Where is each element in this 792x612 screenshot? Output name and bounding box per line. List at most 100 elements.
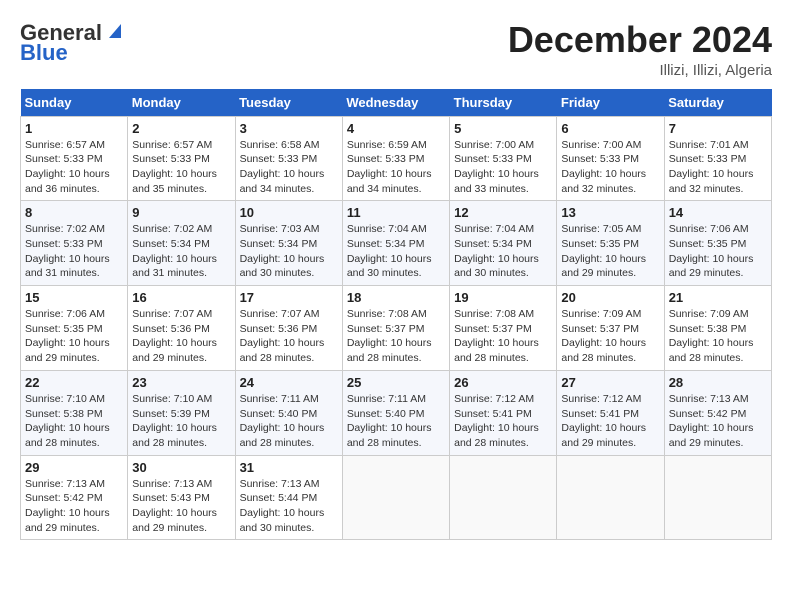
- day-cell-18: 18 Sunrise: 7:08 AM Sunset: 5:37 PM Dayl…: [342, 286, 449, 371]
- day-info-5: Sunrise: 7:00 AM Sunset: 5:33 PM Dayligh…: [454, 138, 552, 197]
- day-info-31: Sunrise: 7:13 AM Sunset: 5:44 PM Dayligh…: [240, 477, 338, 536]
- day-cell-27: 27 Sunrise: 7:12 AM Sunset: 5:41 PM Dayl…: [557, 370, 664, 455]
- day-info-2: Sunrise: 6:57 AM Sunset: 5:33 PM Dayligh…: [132, 138, 230, 197]
- day-cell-15: 15 Sunrise: 7:06 AM Sunset: 5:35 PM Dayl…: [21, 286, 128, 371]
- day-info-10: Sunrise: 7:03 AM Sunset: 5:34 PM Dayligh…: [240, 222, 338, 281]
- day-info-15: Sunrise: 7:06 AM Sunset: 5:35 PM Dayligh…: [25, 307, 123, 366]
- header-monday: Monday: [128, 89, 235, 117]
- day-cell-11: 11 Sunrise: 7:04 AM Sunset: 5:34 PM Dayl…: [342, 201, 449, 286]
- month-title: December 2024: [508, 20, 772, 60]
- calendar-week-4: 22 Sunrise: 7:10 AM Sunset: 5:38 PM Dayl…: [21, 370, 772, 455]
- calendar-week-5: 29 Sunrise: 7:13 AM Sunset: 5:42 PM Dayl…: [21, 455, 772, 540]
- day-cell-19: 19 Sunrise: 7:08 AM Sunset: 5:37 PM Dayl…: [450, 286, 557, 371]
- day-info-22: Sunrise: 7:10 AM Sunset: 5:38 PM Dayligh…: [25, 392, 123, 451]
- day-cell-7: 7 Sunrise: 7:01 AM Sunset: 5:33 PM Dayli…: [664, 116, 771, 201]
- day-number-7: 7: [669, 121, 767, 136]
- day-info-25: Sunrise: 7:11 AM Sunset: 5:40 PM Dayligh…: [347, 392, 445, 451]
- day-number-30: 30: [132, 460, 230, 475]
- weekday-header-row: Sunday Monday Tuesday Wednesday Thursday…: [21, 89, 772, 117]
- day-number-13: 13: [561, 205, 659, 220]
- day-info-28: Sunrise: 7:13 AM Sunset: 5:42 PM Dayligh…: [669, 392, 767, 451]
- day-info-18: Sunrise: 7:08 AM Sunset: 5:37 PM Dayligh…: [347, 307, 445, 366]
- day-cell-5: 5 Sunrise: 7:00 AM Sunset: 5:33 PM Dayli…: [450, 116, 557, 201]
- day-info-4: Sunrise: 6:59 AM Sunset: 5:33 PM Dayligh…: [347, 138, 445, 197]
- logo: General Blue: [20, 20, 125, 66]
- day-number-25: 25: [347, 375, 445, 390]
- day-number-15: 15: [25, 290, 123, 305]
- day-number-18: 18: [347, 290, 445, 305]
- day-cell-28: 28 Sunrise: 7:13 AM Sunset: 5:42 PM Dayl…: [664, 370, 771, 455]
- day-cell-8: 8 Sunrise: 7:02 AM Sunset: 5:33 PM Dayli…: [21, 201, 128, 286]
- day-number-17: 17: [240, 290, 338, 305]
- day-number-12: 12: [454, 205, 552, 220]
- day-number-3: 3: [240, 121, 338, 136]
- title-area: December 2024 Illizi, Illizi, Algeria: [508, 20, 772, 79]
- day-info-12: Sunrise: 7:04 AM Sunset: 5:34 PM Dayligh…: [454, 222, 552, 281]
- day-cell-31: 31 Sunrise: 7:13 AM Sunset: 5:44 PM Dayl…: [235, 455, 342, 540]
- day-cell-1: 1 Sunrise: 6:57 AM Sunset: 5:33 PM Dayli…: [21, 116, 128, 201]
- day-cell-22: 22 Sunrise: 7:10 AM Sunset: 5:38 PM Dayl…: [21, 370, 128, 455]
- day-info-29: Sunrise: 7:13 AM Sunset: 5:42 PM Dayligh…: [25, 477, 123, 536]
- header-tuesday: Tuesday: [235, 89, 342, 117]
- header-sunday: Sunday: [21, 89, 128, 117]
- day-info-26: Sunrise: 7:12 AM Sunset: 5:41 PM Dayligh…: [454, 392, 552, 451]
- day-info-7: Sunrise: 7:01 AM Sunset: 5:33 PM Dayligh…: [669, 138, 767, 197]
- header-saturday: Saturday: [664, 89, 771, 117]
- day-number-16: 16: [132, 290, 230, 305]
- calendar-week-1: 1 Sunrise: 6:57 AM Sunset: 5:33 PM Dayli…: [21, 116, 772, 201]
- day-info-19: Sunrise: 7:08 AM Sunset: 5:37 PM Dayligh…: [454, 307, 552, 366]
- day-number-8: 8: [25, 205, 123, 220]
- day-info-1: Sunrise: 6:57 AM Sunset: 5:33 PM Dayligh…: [25, 138, 123, 197]
- day-info-11: Sunrise: 7:04 AM Sunset: 5:34 PM Dayligh…: [347, 222, 445, 281]
- day-number-10: 10: [240, 205, 338, 220]
- day-cell-17: 17 Sunrise: 7:07 AM Sunset: 5:36 PM Dayl…: [235, 286, 342, 371]
- calendar-week-2: 8 Sunrise: 7:02 AM Sunset: 5:33 PM Dayli…: [21, 201, 772, 286]
- empty-cell: [557, 455, 664, 540]
- day-cell-4: 4 Sunrise: 6:59 AM Sunset: 5:33 PM Dayli…: [342, 116, 449, 201]
- day-info-16: Sunrise: 7:07 AM Sunset: 5:36 PM Dayligh…: [132, 307, 230, 366]
- day-number-11: 11: [347, 205, 445, 220]
- day-cell-24: 24 Sunrise: 7:11 AM Sunset: 5:40 PM Dayl…: [235, 370, 342, 455]
- day-number-20: 20: [561, 290, 659, 305]
- day-cell-16: 16 Sunrise: 7:07 AM Sunset: 5:36 PM Dayl…: [128, 286, 235, 371]
- day-cell-13: 13 Sunrise: 7:05 AM Sunset: 5:35 PM Dayl…: [557, 201, 664, 286]
- day-info-6: Sunrise: 7:00 AM Sunset: 5:33 PM Dayligh…: [561, 138, 659, 197]
- day-cell-21: 21 Sunrise: 7:09 AM Sunset: 5:38 PM Dayl…: [664, 286, 771, 371]
- calendar-table: Sunday Monday Tuesday Wednesday Thursday…: [20, 89, 772, 541]
- day-cell-12: 12 Sunrise: 7:04 AM Sunset: 5:34 PM Dayl…: [450, 201, 557, 286]
- day-info-27: Sunrise: 7:12 AM Sunset: 5:41 PM Dayligh…: [561, 392, 659, 451]
- day-cell-2: 2 Sunrise: 6:57 AM Sunset: 5:33 PM Dayli…: [128, 116, 235, 201]
- day-cell-20: 20 Sunrise: 7:09 AM Sunset: 5:37 PM Dayl…: [557, 286, 664, 371]
- page-header: General Blue December 2024 Illizi, Illiz…: [20, 20, 772, 79]
- day-info-17: Sunrise: 7:07 AM Sunset: 5:36 PM Dayligh…: [240, 307, 338, 366]
- day-info-20: Sunrise: 7:09 AM Sunset: 5:37 PM Dayligh…: [561, 307, 659, 366]
- day-info-9: Sunrise: 7:02 AM Sunset: 5:34 PM Dayligh…: [132, 222, 230, 281]
- header-thursday: Thursday: [450, 89, 557, 117]
- day-cell-25: 25 Sunrise: 7:11 AM Sunset: 5:40 PM Dayl…: [342, 370, 449, 455]
- day-number-19: 19: [454, 290, 552, 305]
- day-info-30: Sunrise: 7:13 AM Sunset: 5:43 PM Dayligh…: [132, 477, 230, 536]
- day-number-2: 2: [132, 121, 230, 136]
- day-number-23: 23: [132, 375, 230, 390]
- day-number-29: 29: [25, 460, 123, 475]
- header-friday: Friday: [557, 89, 664, 117]
- day-cell-23: 23 Sunrise: 7:10 AM Sunset: 5:39 PM Dayl…: [128, 370, 235, 455]
- day-info-23: Sunrise: 7:10 AM Sunset: 5:39 PM Dayligh…: [132, 392, 230, 451]
- day-info-14: Sunrise: 7:06 AM Sunset: 5:35 PM Dayligh…: [669, 222, 767, 281]
- day-info-13: Sunrise: 7:05 AM Sunset: 5:35 PM Dayligh…: [561, 222, 659, 281]
- empty-cell: [450, 455, 557, 540]
- day-cell-14: 14 Sunrise: 7:06 AM Sunset: 5:35 PM Dayl…: [664, 201, 771, 286]
- logo-icon: [103, 20, 125, 42]
- header-wednesday: Wednesday: [342, 89, 449, 117]
- day-info-21: Sunrise: 7:09 AM Sunset: 5:38 PM Dayligh…: [669, 307, 767, 366]
- day-number-6: 6: [561, 121, 659, 136]
- location: Illizi, Illizi, Algeria: [508, 62, 772, 79]
- day-number-27: 27: [561, 375, 659, 390]
- day-number-14: 14: [669, 205, 767, 220]
- day-number-31: 31: [240, 460, 338, 475]
- day-info-8: Sunrise: 7:02 AM Sunset: 5:33 PM Dayligh…: [25, 222, 123, 281]
- day-number-5: 5: [454, 121, 552, 136]
- day-number-22: 22: [25, 375, 123, 390]
- day-cell-9: 9 Sunrise: 7:02 AM Sunset: 5:34 PM Dayli…: [128, 201, 235, 286]
- day-cell-3: 3 Sunrise: 6:58 AM Sunset: 5:33 PM Dayli…: [235, 116, 342, 201]
